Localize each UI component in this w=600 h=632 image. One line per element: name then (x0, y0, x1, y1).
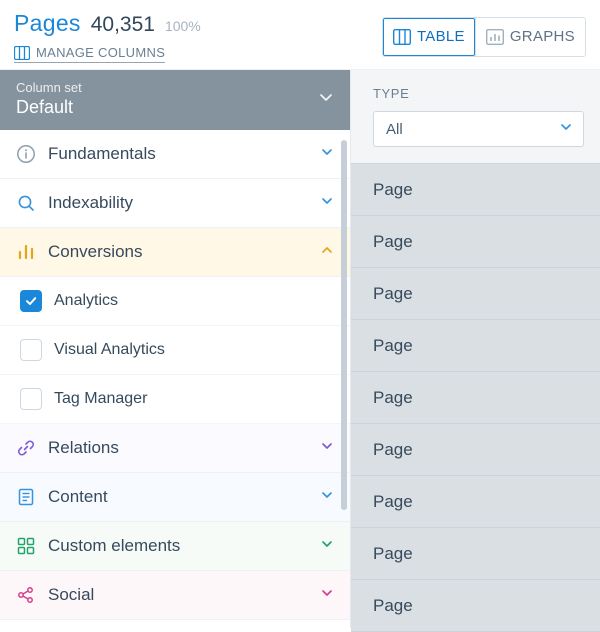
column-set-value: Default (16, 97, 318, 118)
row-type: Page (373, 284, 413, 304)
checkbox-unchecked-icon (20, 339, 42, 361)
category-label: Relations (48, 438, 308, 458)
chevron-down-icon (320, 144, 334, 164)
pages-percent: 100% (165, 18, 201, 34)
table-row[interactable]: Page (351, 164, 600, 216)
row-type: Page (373, 492, 413, 512)
table-row[interactable]: Page (351, 424, 600, 476)
graphs-view-button[interactable]: GRAPHS (475, 18, 585, 56)
category-label: Content (48, 487, 308, 507)
view-toggle: TABLE GRAPHS (382, 17, 586, 57)
row-type: Page (373, 440, 413, 460)
checkbox-unchecked-icon (20, 388, 42, 410)
bar-chart-icon (16, 242, 36, 262)
table-row[interactable]: Page (351, 580, 600, 632)
info-icon (16, 144, 36, 164)
sidebar: Column set Default Fundamentals Indexabi… (0, 70, 350, 628)
title-row: Pages 40,351 100% (14, 10, 201, 37)
table-rows: Page Page Page Page Page Page Page Page … (351, 163, 600, 632)
checkbox-visual-analytics[interactable]: Visual Analytics (0, 326, 350, 375)
document-icon (16, 487, 36, 507)
row-type: Page (373, 388, 413, 408)
chevron-up-icon (320, 242, 334, 262)
category-label: Conversions (48, 242, 308, 262)
table-view-label: TABLE (417, 28, 465, 45)
category-content[interactable]: Content (0, 473, 350, 522)
checkbox-label: Visual Analytics (54, 341, 165, 359)
chevron-down-icon (559, 120, 573, 138)
scrollbar[interactable] (341, 140, 347, 510)
link-icon (16, 438, 36, 458)
column-set-label: Column set (16, 80, 318, 95)
chevron-down-icon (320, 193, 334, 213)
manage-columns-label: MANAGE COLUMNS (36, 45, 165, 60)
manage-columns-link[interactable]: MANAGE COLUMNS (14, 45, 165, 63)
chevron-down-icon (318, 89, 334, 110)
pages-title: Pages (14, 10, 81, 37)
chevron-down-icon (320, 585, 334, 605)
checkbox-label: Tag Manager (54, 390, 147, 408)
table-row[interactable]: Page (351, 528, 600, 580)
header: Pages 40,351 100% MANAGE COLUMNS TABLE G… (0, 0, 600, 69)
checkbox-tag-manager[interactable]: Tag Manager (0, 375, 350, 424)
table-row[interactable]: Page (351, 216, 600, 268)
type-column-header: TYPE (373, 86, 584, 101)
row-type: Page (373, 336, 413, 356)
type-filter-select[interactable]: All (373, 111, 584, 147)
category-label: Fundamentals (48, 144, 308, 164)
row-type: Page (373, 596, 413, 616)
table-row[interactable]: Page (351, 476, 600, 528)
graphs-view-label: GRAPHS (510, 28, 575, 45)
category-label: Indexability (48, 193, 308, 213)
search-icon (16, 193, 36, 213)
category-label: Custom elements (48, 536, 308, 556)
row-type: Page (373, 180, 413, 200)
filter-area: TYPE All (351, 70, 600, 163)
category-conversions[interactable]: Conversions (0, 228, 350, 277)
table-view-button[interactable]: TABLE (383, 18, 475, 56)
category-social[interactable]: Social (0, 571, 350, 620)
content-pane: TYPE All Page Page Page Page Page Page P… (350, 70, 600, 628)
grid-icon (16, 536, 36, 556)
pages-count: 40,351 (91, 13, 155, 37)
category-indexability[interactable]: Indexability (0, 179, 350, 228)
table-row[interactable]: Page (351, 320, 600, 372)
graphs-icon (486, 29, 504, 45)
category-label: Social (48, 585, 308, 605)
header-left: Pages 40,351 100% MANAGE COLUMNS (14, 10, 201, 63)
table-icon (393, 29, 411, 45)
chevron-down-icon (320, 438, 334, 458)
table-row[interactable]: Page (351, 268, 600, 320)
checkbox-checked-icon (20, 290, 42, 312)
table-row[interactable]: Page (351, 372, 600, 424)
category-relations[interactable]: Relations (0, 424, 350, 473)
type-selected-value: All (386, 121, 403, 138)
row-type: Page (373, 232, 413, 252)
category-custom-elements[interactable]: Custom elements (0, 522, 350, 571)
share-icon (16, 585, 36, 605)
column-set-selector[interactable]: Column set Default (0, 70, 350, 130)
category-fundamentals[interactable]: Fundamentals (0, 130, 350, 179)
chevron-down-icon (320, 487, 334, 507)
checkbox-analytics[interactable]: Analytics (0, 277, 350, 326)
chevron-down-icon (320, 536, 334, 556)
row-type: Page (373, 544, 413, 564)
checkbox-label: Analytics (54, 292, 118, 310)
columns-icon (14, 46, 30, 60)
